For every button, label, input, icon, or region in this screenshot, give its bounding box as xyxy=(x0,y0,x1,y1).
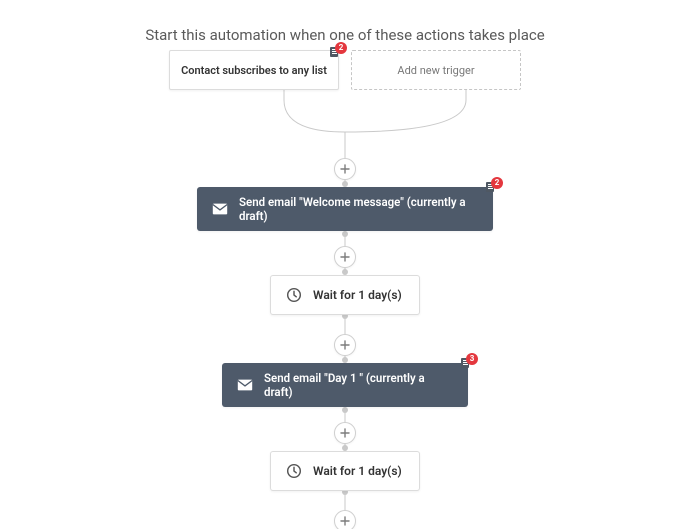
step-send-email-welcome[interactable]: Send email "Welcome message" (currently … xyxy=(197,187,493,231)
step-label: Wait for 1 day(s) xyxy=(313,288,402,302)
notes-count: 2 xyxy=(491,177,503,189)
add-step-button[interactable] xyxy=(334,334,356,356)
add-trigger-button[interactable]: Add new trigger xyxy=(351,50,521,90)
step-wait-2[interactable]: Wait for 1 day(s) xyxy=(270,451,420,491)
step-wait-1[interactable]: Wait for 1 day(s) xyxy=(270,275,420,315)
add-step-button[interactable] xyxy=(334,158,356,180)
automation-header: Start this automation when one of these … xyxy=(0,26,690,44)
notes-count: 2 xyxy=(335,42,347,54)
notes-count: 3 xyxy=(466,353,478,365)
trigger-label: Contact subscribes to any list xyxy=(181,64,327,77)
add-trigger-label: Add new trigger xyxy=(397,64,474,77)
notes-badge[interactable]: 3 xyxy=(460,355,476,371)
email-icon xyxy=(211,200,229,218)
step-label: Wait for 1 day(s) xyxy=(313,464,402,478)
notes-badge[interactable]: 2 xyxy=(329,44,345,60)
connector-joint xyxy=(342,407,348,413)
add-step-button[interactable] xyxy=(334,246,356,268)
step-label: Send email "Welcome message" (currently … xyxy=(239,195,479,223)
notes-badge[interactable]: 2 xyxy=(485,179,501,195)
step-label: Send email "Day 1 " (currently a draft) xyxy=(264,371,454,399)
step-send-email-day1[interactable]: Send email "Day 1 " (currently a draft) … xyxy=(222,363,468,407)
email-icon xyxy=(236,376,254,394)
connector-joint xyxy=(342,231,348,237)
trigger-subscribes[interactable]: Contact subscribes to any list 2 xyxy=(169,50,339,90)
clock-icon xyxy=(285,286,303,304)
add-step-button[interactable] xyxy=(334,422,356,444)
clock-icon xyxy=(285,462,303,480)
add-step-button[interactable] xyxy=(334,510,356,529)
